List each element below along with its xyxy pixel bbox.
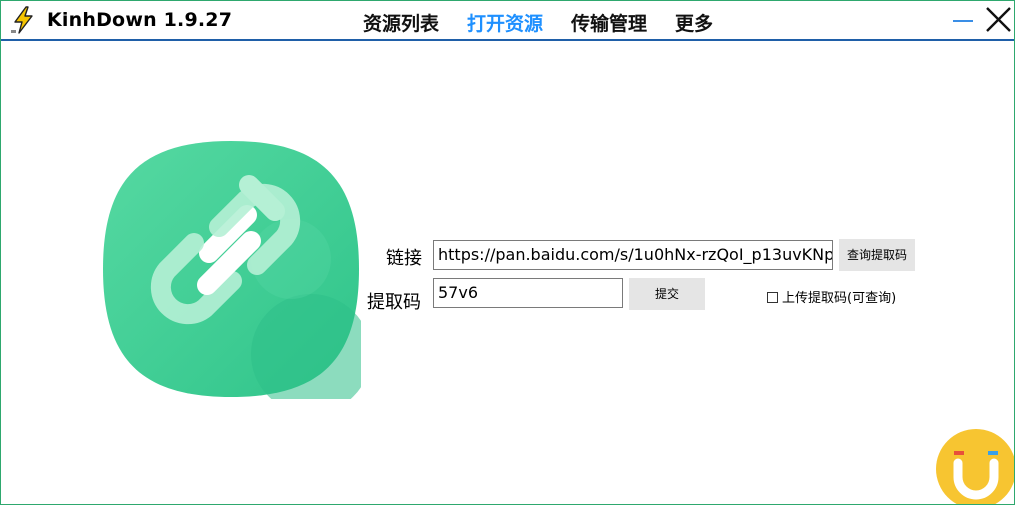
app-title: KinhDown 1.9.27: [47, 9, 233, 31]
upload-code-checkbox-label: 上传提取码(可查询): [782, 291, 897, 306]
titlebar-divider: [1, 39, 1014, 41]
close-button[interactable]: [979, 1, 1014, 39]
code-input[interactable]: 57v6: [433, 278, 623, 308]
link-icon: [103, 141, 361, 399]
upload-code-checkbox[interactable]: 上传提取码(可查询): [767, 287, 896, 306]
titlebar: KinhDown 1.9.27 资源列表 打开资源 传输管理 更多: [1, 1, 1014, 39]
tab-more[interactable]: 更多: [675, 9, 713, 36]
lightning-icon: [10, 6, 38, 34]
app-window: KinhDown 1.9.27 资源列表 打开资源 传输管理 更多 链接 htt…: [0, 0, 1015, 505]
tab-resource-list[interactable]: 资源列表: [363, 9, 439, 36]
close-icon: [986, 7, 1011, 32]
query-code-button[interactable]: 查询提取码: [839, 239, 915, 271]
tab-transfer-manager[interactable]: 传输管理: [571, 9, 647, 36]
link-label: 链接: [386, 248, 422, 269]
mascot-icon[interactable]: [934, 427, 1014, 505]
submit-button[interactable]: 提交: [629, 278, 705, 310]
checkbox-box[interactable]: [767, 292, 778, 303]
code-label: 提取码: [367, 292, 421, 313]
link-input[interactable]: https://pan.baidu.com/s/1u0hNx-rzQoI_p13…: [433, 240, 833, 270]
tab-open-resource[interactable]: 打开资源: [467, 9, 543, 36]
